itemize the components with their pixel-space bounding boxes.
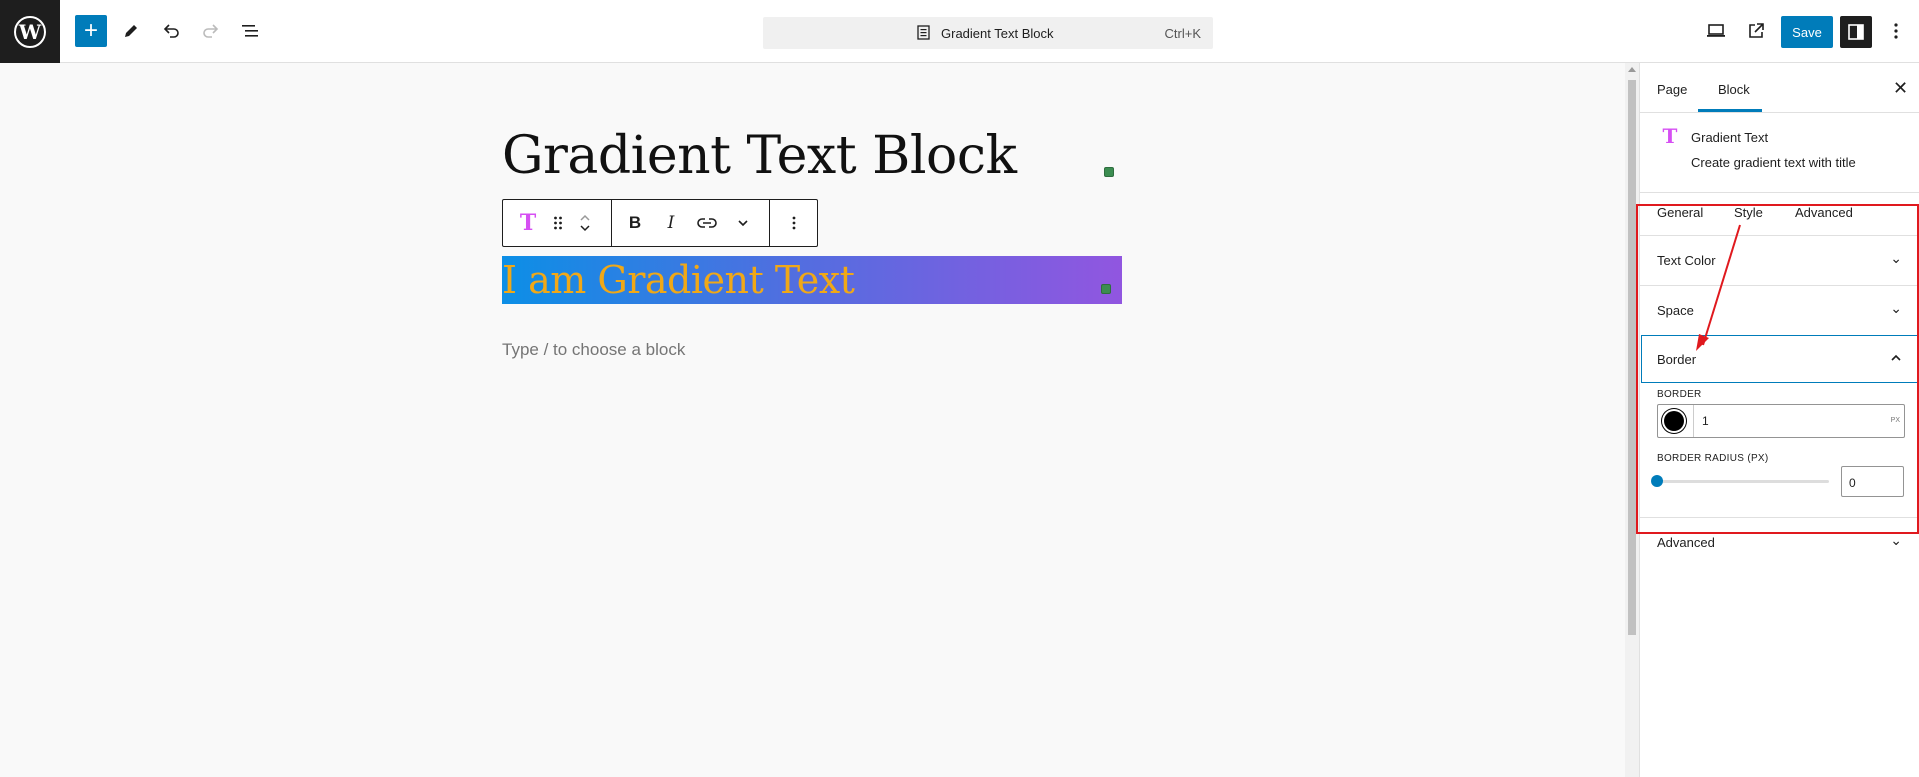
gradient-text-block-icon: T <box>519 210 537 236</box>
external-link-icon <box>1749 23 1764 38</box>
gradient-text[interactable]: I am Gradient Text <box>502 258 855 302</box>
toolbar-divider <box>769 200 770 246</box>
block-placeholder[interactable]: Type / to choose a block <box>502 340 685 360</box>
wordpress-logo-button[interactable]: W <box>0 0 60 63</box>
italic-button[interactable]: I <box>657 200 685 246</box>
divider <box>1640 192 1919 193</box>
tools-button[interactable] <box>115 15 147 47</box>
more-formats-button[interactable] <box>729 200 757 246</box>
view-page-button[interactable] <box>1740 15 1772 47</box>
annotation-arrow <box>1696 224 1741 351</box>
block-toolbar: T B I <box>502 199 818 247</box>
block-type-button[interactable]: T <box>513 200 543 246</box>
resize-handle[interactable] <box>1104 167 1114 177</box>
drag-handle-icon <box>554 216 562 230</box>
block-name: Gradient Text <box>1691 130 1769 145</box>
move-buttons[interactable] <box>573 200 597 246</box>
resize-handle[interactable] <box>1101 284 1111 294</box>
italic-icon: I <box>667 213 675 233</box>
document-icon <box>917 25 930 40</box>
divider <box>1640 112 1919 113</box>
sidebar-icon <box>1848 24 1864 40</box>
redo-icon <box>203 24 219 38</box>
wordpress-icon: W <box>14 15 46 48</box>
command-palette-bar[interactable]: Gradient Text Block Ctrl+K <box>763 17 1213 49</box>
close-icon[interactable]: ✕ <box>1893 78 1908 99</box>
laptop-icon <box>1707 24 1725 37</box>
scroll-thumb[interactable] <box>1628 80 1636 635</box>
chevron-down-icon[interactable] <box>579 223 591 233</box>
block-description: Create gradient text with title <box>1691 155 1856 170</box>
toolbar-divider <box>611 200 612 246</box>
bold-icon: B <box>628 213 642 232</box>
redo-button[interactable] <box>195 15 227 47</box>
tab-page[interactable]: Page <box>1657 82 1687 97</box>
preview-button[interactable] <box>1700 15 1732 47</box>
link-icon <box>697 218 717 228</box>
scroll-up-arrow[interactable] <box>1628 67 1636 72</box>
undo-button[interactable] <box>155 15 187 47</box>
save-button[interactable]: Save <box>1781 16 1833 48</box>
drag-handle[interactable] <box>547 200 569 246</box>
undo-icon <box>163 24 179 38</box>
chevron-up-icon[interactable] <box>579 213 591 223</box>
chevron-down-icon: ⌄ <box>1890 532 1902 548</box>
link-button[interactable] <box>693 200 721 246</box>
tab-block[interactable]: Block <box>1718 82 1750 97</box>
options-button[interactable] <box>1880 15 1912 47</box>
settings-toggle-button[interactable] <box>1840 16 1872 48</box>
keyboard-shortcut: Ctrl+K <box>1164 26 1201 41</box>
more-vertical-icon <box>1894 23 1898 39</box>
pencil-icon <box>125 25 137 37</box>
chevron-down-icon <box>738 220 748 227</box>
bold-button[interactable]: B <box>621 200 649 246</box>
list-view-icon <box>242 25 258 37</box>
document-overview-button[interactable] <box>235 15 267 47</box>
annotation-highlight-box <box>1636 204 1919 534</box>
gradient-text-block[interactable]: I am Gradient Text <box>502 256 1122 304</box>
editor-canvas[interactable]: Gradient Text Block T B I I am Gradient … <box>0 63 1625 777</box>
page-title[interactable]: Gradient Text Block <box>502 126 1017 186</box>
add-block-button[interactable]: + <box>75 15 107 47</box>
document-title: Gradient Text Block <box>941 26 1054 41</box>
panel-label: Advanced <box>1657 535 1715 550</box>
editor-header: W + Gradient Text Block Ctrl+K Save <box>0 0 1919 63</box>
gradient-text-block-icon: T <box>1662 124 1678 148</box>
block-options-button[interactable] <box>779 200 809 246</box>
plus-icon: + <box>83 17 98 44</box>
svg-text:W: W <box>18 20 42 44</box>
more-vertical-icon <box>792 216 796 230</box>
